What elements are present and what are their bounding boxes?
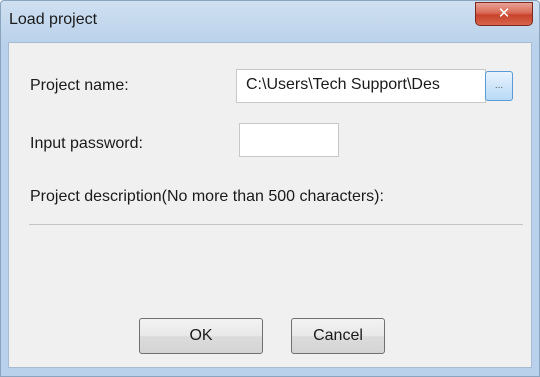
ok-button[interactable]: OK [139, 318, 263, 354]
project-name-input[interactable]: C:\Users\Tech Support\Des [236, 69, 486, 103]
cancel-button[interactable]: Cancel [291, 318, 385, 354]
browse-button[interactable]: ... [485, 71, 513, 101]
dialog-client-area: Project name: C:\Users\Tech Support\Des … [8, 42, 532, 368]
description-label: Project description(No more than 500 cha… [30, 188, 384, 205]
close-icon: ✕ [497, 4, 511, 22]
close-button[interactable]: ✕ [475, 2, 533, 26]
project-name-value: C:\Users\Tech Support\Des [246, 76, 440, 93]
project-name-label: Project name: [30, 77, 129, 94]
ellipsis-icon: ... [494, 80, 504, 91]
description-textarea[interactable] [29, 224, 523, 293]
password-label: Input password: [30, 135, 143, 152]
load-project-dialog: Load project ✕ Project name: C:\Users\Te… [0, 0, 540, 377]
password-input[interactable] [239, 123, 339, 157]
window-title: Load project [9, 11, 98, 28]
title-bar[interactable]: Load project ✕ [1, 1, 539, 41]
